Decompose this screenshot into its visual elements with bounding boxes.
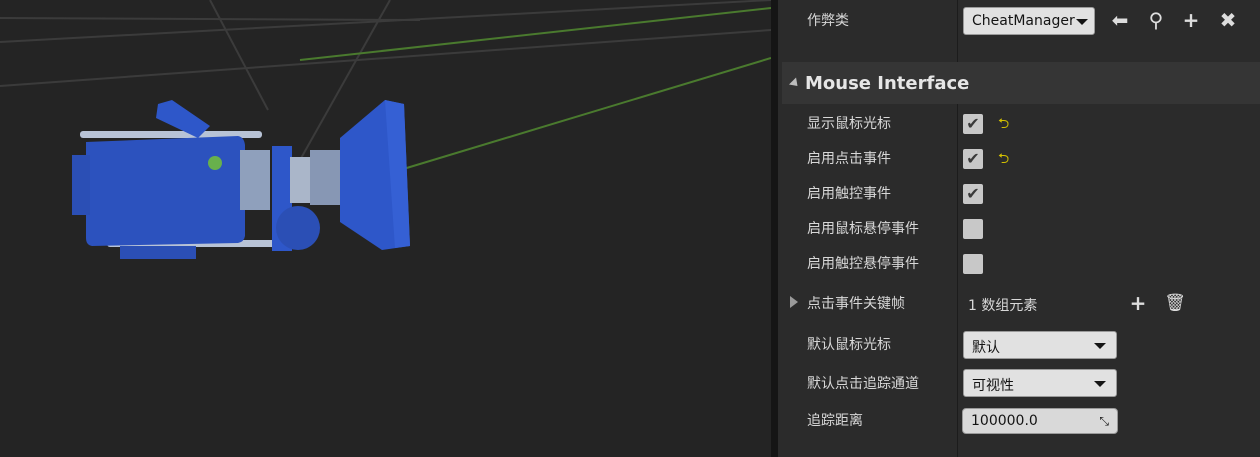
enable-touch-events-checkbox[interactable]: ✔: [963, 184, 983, 204]
trace-distance-input[interactable]: 100000.0 ⤡: [962, 408, 1118, 434]
trace-distance-row: 追踪距离 100000.0 ⤡: [778, 404, 1260, 438]
search-icon[interactable]: ⚲: [1145, 10, 1167, 30]
click-event-keys-label: 点击事件关键帧: [807, 296, 905, 312]
show-mouse-cursor-checkbox[interactable]: ✔: [963, 114, 983, 134]
enable-touch-over-events-checkbox[interactable]: [963, 254, 983, 274]
click-event-keys-row: 点击事件关键帧 1 数组元素 + 🗑: [778, 287, 1260, 321]
default-mouse-cursor-row: 默认鼠标光标 默认: [778, 328, 1260, 362]
default-click-trace-channel-value: 可视性: [972, 378, 1014, 394]
panel-splitter[interactable]: [771, 0, 778, 457]
enable-touch-events-label: 启用触控事件: [807, 186, 891, 202]
default-click-trace-channel-row: 默认点击追踪通道 可视性: [778, 367, 1260, 401]
default-mouse-cursor-label: 默认鼠标光标: [807, 337, 891, 353]
enable-mouse-over-events-checkbox[interactable]: [963, 219, 983, 239]
show-mouse-cursor-label: 显示鼠标光标: [807, 116, 891, 132]
checkmark-icon: ✔: [966, 184, 980, 203]
category-header-mouse-interface[interactable]: Mouse Interface: [782, 62, 1260, 104]
trash-icon[interactable]: 🗑: [1164, 293, 1186, 313]
arrow-left-icon[interactable]: ⬅: [1109, 10, 1131, 30]
cheat-class-label: 作弊类: [807, 13, 849, 29]
plus-icon[interactable]: +: [1127, 293, 1149, 313]
show-mouse-cursor-row: 显示鼠标光标 ✔ ⮌: [778, 108, 1260, 142]
default-click-trace-channel-dropdown[interactable]: 可视性: [963, 369, 1117, 397]
chevron-down-icon: [1094, 381, 1106, 387]
resize-handle-icon[interactable]: ⤡: [1099, 415, 1109, 427]
enable-click-events-checkbox[interactable]: ✔: [963, 149, 983, 169]
chevron-down-icon: [1094, 343, 1106, 349]
details-panel: 作弊类 CheatManager ⬅ ⚲ + ✖ Mouse Interface…: [778, 0, 1260, 457]
enable-mouse-over-events-row: 启用鼠标悬停事件: [778, 213, 1260, 247]
cheat-class-value: CheatManager: [972, 13, 1075, 29]
checkmark-icon: ✔: [966, 149, 980, 168]
enable-touch-events-row: 启用触控事件 ✔: [778, 178, 1260, 212]
enable-touch-over-events-row: 启用触控悬停事件: [778, 248, 1260, 282]
collapse-triangle-icon[interactable]: [788, 77, 802, 90]
enable-mouse-over-events-label: 启用鼠标悬停事件: [807, 221, 919, 237]
enable-touch-over-events-label: 启用触控悬停事件: [807, 256, 919, 272]
close-icon[interactable]: ✖: [1217, 10, 1239, 30]
category-title: Mouse Interface: [805, 73, 970, 94]
click-event-keys-count: 1 数组元素: [968, 298, 1038, 314]
default-mouse-cursor-dropdown[interactable]: 默认: [963, 331, 1117, 359]
checkmark-icon: ✔: [966, 114, 980, 133]
expand-triangle-icon[interactable]: [790, 296, 798, 308]
cheat-class-dropdown[interactable]: CheatManager: [963, 7, 1095, 35]
enable-click-events-label: 启用点击事件: [807, 151, 891, 167]
cheat-class-row: 作弊类 CheatManager ⬅ ⚲ + ✖: [778, 0, 1260, 42]
viewport-3d[interactable]: [0, 0, 771, 457]
reset-to-default-icon[interactable]: ⮌: [998, 152, 1009, 166]
chevron-down-icon: [1076, 19, 1088, 25]
default-click-trace-channel-label: 默认点击追踪通道: [807, 376, 919, 392]
reset-to-default-icon[interactable]: ⮌: [998, 117, 1009, 131]
default-mouse-cursor-value: 默认: [972, 340, 1000, 356]
camera-actor-icon: [72, 100, 410, 259]
plus-icon[interactable]: +: [1180, 10, 1202, 30]
trace-distance-value: 100000.0: [971, 413, 1038, 429]
enable-click-events-row: 启用点击事件 ✔ ⮌: [778, 143, 1260, 177]
trace-distance-label: 追踪距离: [807, 413, 863, 429]
